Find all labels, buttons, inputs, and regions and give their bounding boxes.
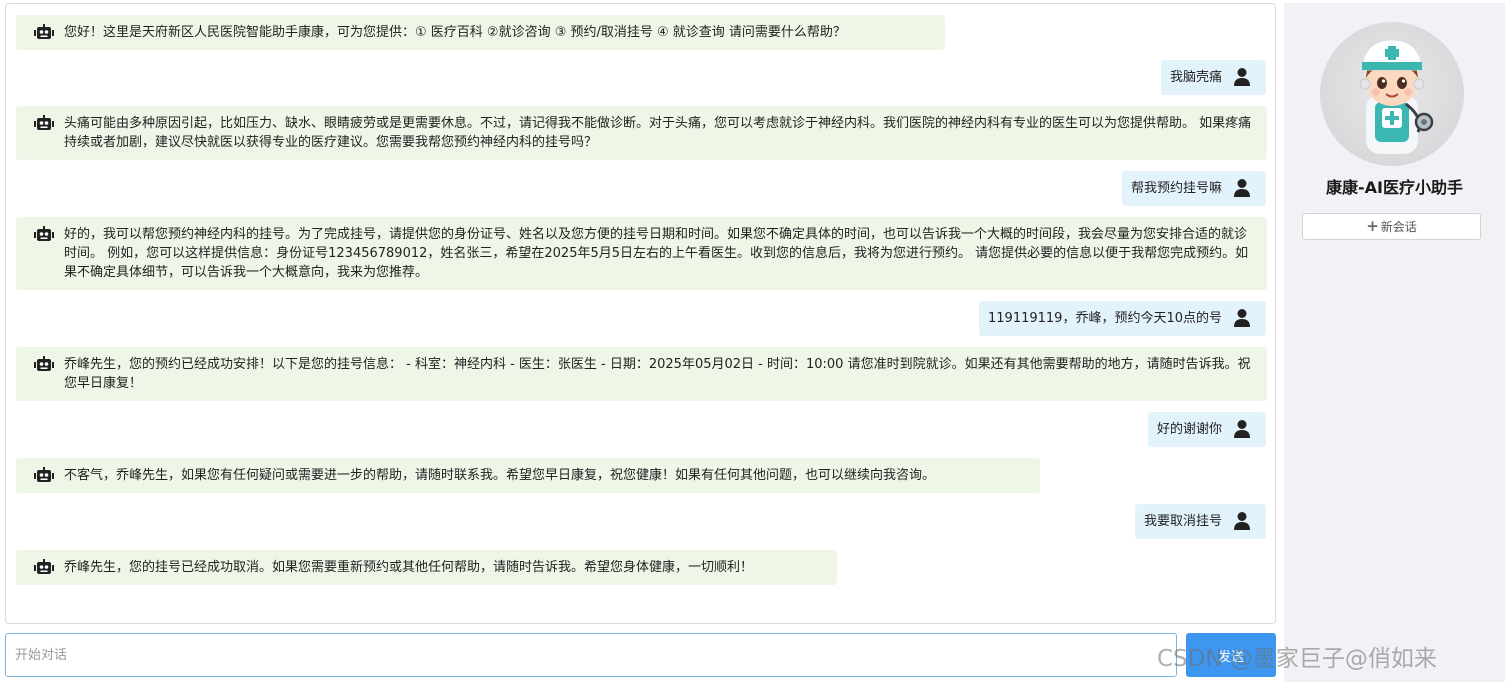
chat-input[interactable] <box>5 633 1177 677</box>
bot-message: 好的，我可以帮您预约神经内科的挂号。为了完成挂号，请提供您的身份证号、姓名以及您… <box>16 217 1267 290</box>
bot-message-text: 好的，我可以帮您预约神经内科的挂号。为了完成挂号，请提供您的身份证号、姓名以及您… <box>64 227 1249 280</box>
robot-icon <box>34 115 54 130</box>
user-message-text: 帮我预约挂号嘛 <box>1130 181 1222 196</box>
message-list: 您好！这里是天府新区人民医院智能助手康康，可为您提供：① 医疗百科 ②就诊咨询 … <box>6 4 1275 623</box>
user-icon <box>1234 420 1250 438</box>
user-icon <box>1234 512 1250 530</box>
bot-message-text: 乔峰先生，您的预约已经成功安排！以下是您的挂号信息： - 科室：神经内科 - 医… <box>64 357 1251 391</box>
user-message-text: 我要取消挂号 <box>1143 514 1222 529</box>
user-message-text: 119119119，乔峰，预约今天10点的号 <box>988 311 1222 326</box>
bot-message: 乔峰先生，您的预约已经成功安排！以下是您的挂号信息： - 科室：神经内科 - 医… <box>16 347 1267 401</box>
user-icon <box>1234 309 1250 327</box>
assistant-name: 康康-AI医疗小助手 <box>1326 178 1463 197</box>
robot-icon <box>34 24 54 39</box>
bot-message: 您好！这里是天府新区人民医院智能助手康康，可为您提供：① 医疗百科 ②就诊咨询 … <box>16 15 945 50</box>
bot-message-text: 头痛可能由多种原因引起，比如压力、缺水、眼睛疲劳或是更需要休息。不过，请记得我不… <box>64 116 1252 150</box>
bot-message-text: 您好！这里是天府新区人民医院智能助手康康，可为您提供：① 医疗百科 ②就诊咨询 … <box>64 25 846 40</box>
bot-message-text: 不客气，乔峰先生，如果您有任何疑问或需要进一步的帮助，请随时联系我。希望您早日康… <box>64 468 936 483</box>
robot-icon <box>34 559 54 574</box>
user-icon <box>1234 68 1250 86</box>
robot-icon <box>34 226 54 241</box>
bot-message-text: 乔峰先生，您的挂号已经成功取消。如果您需要重新预约或其他任何帮助，请随时告诉我。… <box>64 560 754 575</box>
user-message: 好的谢谢你 <box>1147 412 1266 447</box>
new-chat-label: 新会话 <box>1380 220 1417 234</box>
robot-icon <box>34 467 54 482</box>
new-chat-button[interactable]: + 新会话 <box>1302 213 1481 240</box>
plus-icon: + <box>1366 217 1379 235</box>
user-message: 我脑壳痛 <box>1160 60 1266 95</box>
chat-panel[interactable]: 您好！这里是天府新区人民医院智能助手康康，可为您提供：① 医疗百科 ②就诊咨询 … <box>5 3 1276 624</box>
user-message: 帮我预约挂号嘛 <box>1121 171 1266 206</box>
user-message: 我要取消挂号 <box>1134 504 1266 539</box>
user-message-text: 好的谢谢你 <box>1156 422 1222 437</box>
sidebar: 康康-AI医疗小助手 + 新会话 <box>1284 3 1505 682</box>
robot-icon <box>34 356 54 371</box>
bot-message: 乔峰先生，您的挂号已经成功取消。如果您需要重新预约或其他任何帮助，请随时告诉我。… <box>16 550 837 585</box>
user-message-text: 我脑壳痛 <box>1169 70 1222 85</box>
bot-message: 头痛可能由多种原因引起，比如压力、缺水、眼睛疲劳或是更需要休息。不过，请记得我不… <box>16 106 1267 160</box>
assistant-avatar <box>1320 22 1464 166</box>
bot-message: 不客气，乔峰先生，如果您有任何疑问或需要进一步的帮助，请随时联系我。希望您早日康… <box>16 458 1040 493</box>
nurse-avatar-image <box>1359 39 1434 154</box>
app-root: 您好！这里是天府新区人民医院智能助手康康，可为您提供：① 医疗百科 ②就诊咨询 … <box>0 0 1505 682</box>
user-message: 119119119，乔峰，预约今天10点的号 <box>979 301 1266 336</box>
send-button[interactable]: 发送 <box>1186 633 1276 677</box>
user-icon <box>1234 179 1250 197</box>
